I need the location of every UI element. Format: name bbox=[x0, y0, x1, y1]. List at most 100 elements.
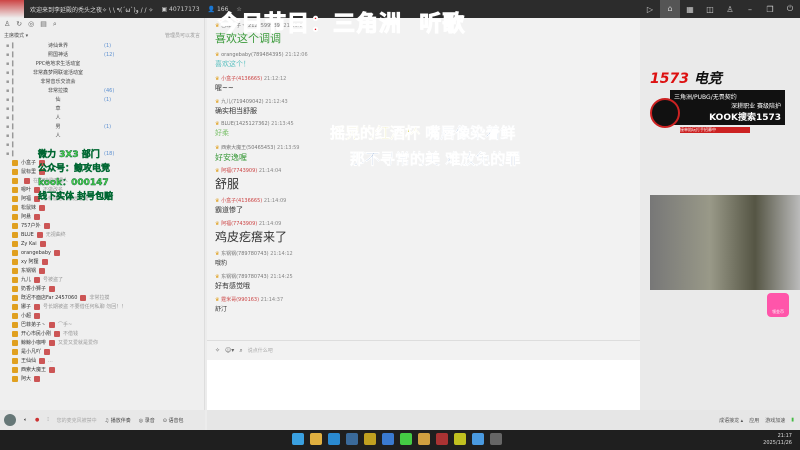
status-item[interactable]: 成语接龙 ▴ bbox=[719, 417, 743, 424]
message-user[interactable]: 霆米哥(990163) bbox=[221, 297, 259, 303]
channel-item[interactable]: ▪ ▍ 非常音乐交流会 bbox=[0, 77, 204, 86]
member-item[interactable]: BLUE 无视曲终 bbox=[0, 230, 204, 239]
taskbar-app-icon[interactable] bbox=[454, 433, 466, 445]
member-item[interactable]: 王仙仙... bbox=[0, 356, 204, 365]
message-text: 确实相当舒服 bbox=[215, 107, 257, 115]
skin-icon[interactable]: ♙ bbox=[720, 5, 740, 14]
channel-item[interactable]: ▪ ▍ 人 bbox=[0, 113, 204, 122]
channel-item[interactable]: ▪ ▍ 草 bbox=[0, 104, 204, 113]
minimize-button[interactable]: – bbox=[740, 5, 760, 14]
taskbar-app-icon[interactable] bbox=[310, 433, 322, 445]
message-user[interactable]: 小盒子(4136665) bbox=[221, 76, 262, 82]
message-user[interactable]: 东锅锅(789780743) bbox=[221, 274, 269, 280]
member-item[interactable]: 鲸鲸小咖啡 又爱又爱就是爱你 bbox=[0, 338, 204, 347]
clock-time: 21:17 bbox=[777, 433, 792, 439]
message-time: 21:14:25 bbox=[270, 274, 293, 280]
vip-icon bbox=[12, 267, 18, 274]
refresh-icon[interactable]: ↻ bbox=[16, 20, 22, 28]
music-button[interactable]: ♫ 播放伴奏 bbox=[105, 417, 131, 424]
channel-count: (46) bbox=[104, 87, 115, 94]
mic-muted-icon[interactable]: ● bbox=[35, 417, 39, 423]
channel-item[interactable]: ▪ ▍ 非常鑫梦网联谊活动室 bbox=[0, 68, 204, 77]
taskbar-app-icon[interactable] bbox=[472, 433, 484, 445]
emoji-icon[interactable]: ✧ bbox=[215, 347, 220, 354]
notice-icon[interactable]: ▤ bbox=[40, 20, 47, 28]
voice-pack-button[interactable]: ⊙ 语音包 bbox=[163, 417, 184, 424]
channel-item[interactable]: ▪ ▍ 非常拉摸 (46) bbox=[0, 86, 204, 95]
vip-icon bbox=[12, 222, 18, 229]
taskbar-app-icon[interactable] bbox=[418, 433, 430, 445]
promo-foot: 接单陪玩打手招募中 bbox=[680, 127, 750, 133]
message-user[interactable]: 小盒子(4136665) bbox=[221, 198, 262, 204]
taskbar-app-icon[interactable] bbox=[490, 433, 502, 445]
restore-button[interactable]: ❐ bbox=[760, 5, 780, 14]
member-item[interactable]: 松鼠妹 bbox=[0, 203, 204, 212]
channel-name: 非常拉摸 bbox=[47, 88, 68, 94]
taskbar-app-icon[interactable] bbox=[364, 433, 376, 445]
vip-icon bbox=[12, 204, 18, 211]
message-user[interactable]: 九儿(719409042) bbox=[221, 99, 264, 105]
member-item[interactable]: 小超 bbox=[0, 311, 204, 320]
channel-item[interactable]: ▪ ▍ 照国神话 (12) bbox=[0, 50, 204, 59]
location-icon[interactable]: ◎ bbox=[28, 20, 34, 28]
apps-icon[interactable]: ▦ bbox=[680, 5, 700, 14]
home-icon[interactable]: ⌂ bbox=[660, 0, 680, 18]
vip-icon bbox=[12, 339, 18, 346]
chat-message: ♛ 九儿(719409042) 21:12:43 确实相当舒服 bbox=[215, 98, 288, 116]
message-user[interactable]: 东锅锅(789780743) bbox=[221, 251, 269, 257]
member-item[interactable]: 既迟不面店Far 2457060 非常拉摸 bbox=[0, 293, 204, 302]
member-item[interactable]: 九儿 号被盗了 bbox=[0, 275, 204, 284]
live-icon[interactable]: ▷ bbox=[640, 5, 660, 14]
status-item[interactable]: 游戏加速 bbox=[765, 417, 785, 424]
member-item[interactable]: 757户外 bbox=[0, 221, 204, 230]
member-item[interactable]: 西索大魔王 bbox=[0, 365, 204, 374]
channel-item[interactable]: ▪ ▍ 诗仙世界 (1) bbox=[0, 41, 204, 50]
member-item[interactable]: 奶香小狮子 bbox=[0, 284, 204, 293]
taskbar-app-icon[interactable] bbox=[400, 433, 412, 445]
gift-button[interactable]: 领金币 bbox=[767, 293, 789, 317]
mode-select[interactable]: 主席模式 ▾ bbox=[4, 32, 28, 39]
search-icon[interactable]: ⌕ bbox=[53, 20, 57, 28]
taskbar-app-icon[interactable] bbox=[382, 433, 394, 445]
search-icon[interactable]: ⌕ bbox=[239, 347, 242, 355]
channel-item[interactable]: ▪ ▍ PPC绝地求生活动室 bbox=[0, 59, 204, 68]
taskbar-app-icon[interactable] bbox=[328, 433, 340, 445]
clock[interactable]: 21:17 2025/11/26 bbox=[763, 433, 792, 447]
message-user[interactable]: 阿福(7743909) bbox=[221, 168, 257, 174]
member-item[interactable]: 巴菲弟子丶 ⌒手~ bbox=[0, 320, 204, 329]
status-item[interactable]: 应用 bbox=[749, 417, 759, 424]
close-button[interactable]: ⏻ bbox=[780, 4, 800, 14]
chat-input[interactable]: 说点什么吧 bbox=[248, 347, 273, 354]
taskbar-app-icon[interactable] bbox=[346, 433, 358, 445]
badge-icon bbox=[80, 294, 87, 301]
channel-item[interactable]: ▪ ▍ 仙 (1) bbox=[0, 95, 204, 104]
user-icon[interactable]: ♙ bbox=[4, 20, 10, 28]
message-user[interactable]: 西索大魔王(50465453) bbox=[221, 145, 275, 151]
member-item[interactable]: 是小凡吖 bbox=[0, 347, 204, 356]
member-item[interactable]: 阿悬 bbox=[0, 212, 204, 221]
member-item[interactable]: 开心市民小刚 不借钱 bbox=[0, 329, 204, 338]
channel-item[interactable]: ▪ ▍ 男 (1) bbox=[0, 122, 204, 131]
speaker-icon[interactable]: 🔈︎ bbox=[24, 417, 27, 423]
mixer-icon[interactable]: ⫶ bbox=[47, 417, 48, 423]
channel-count: (1) bbox=[104, 96, 112, 103]
chat-textarea[interactable] bbox=[207, 360, 640, 410]
member-item[interactable]: Zy Kai bbox=[0, 239, 204, 248]
channel-avatar[interactable] bbox=[0, 0, 24, 18]
member-item[interactable]: 娜子 号长期被盗 不要借任何私聊 勿回！！ bbox=[0, 302, 204, 311]
channel-item[interactable]: ▪ ▍ 人 bbox=[0, 131, 204, 140]
message-user[interactable]: orangebaby(789484395) bbox=[221, 52, 284, 58]
member-item[interactable]: 东锅锅 bbox=[0, 266, 204, 275]
game-icon[interactable]: ◫ bbox=[700, 5, 720, 14]
my-avatar[interactable] bbox=[4, 414, 16, 426]
taskbar-app-icon[interactable] bbox=[292, 433, 304, 445]
taskbar-app-icon[interactable] bbox=[436, 433, 448, 445]
member-item[interactable]: 阿大 bbox=[0, 374, 204, 383]
member-item[interactable]: xy 阿狸 bbox=[0, 257, 204, 266]
message-user[interactable]: 阿福(7743909) bbox=[221, 221, 257, 227]
sticker-icon[interactable]: ☺▾ bbox=[225, 347, 234, 354]
vip-icon bbox=[12, 375, 18, 382]
member-item[interactable]: orangebaby bbox=[0, 248, 204, 257]
message-user[interactable]: BLUE(1425127362) bbox=[221, 121, 270, 127]
record-button[interactable]: ◎ 录音 bbox=[139, 417, 155, 424]
